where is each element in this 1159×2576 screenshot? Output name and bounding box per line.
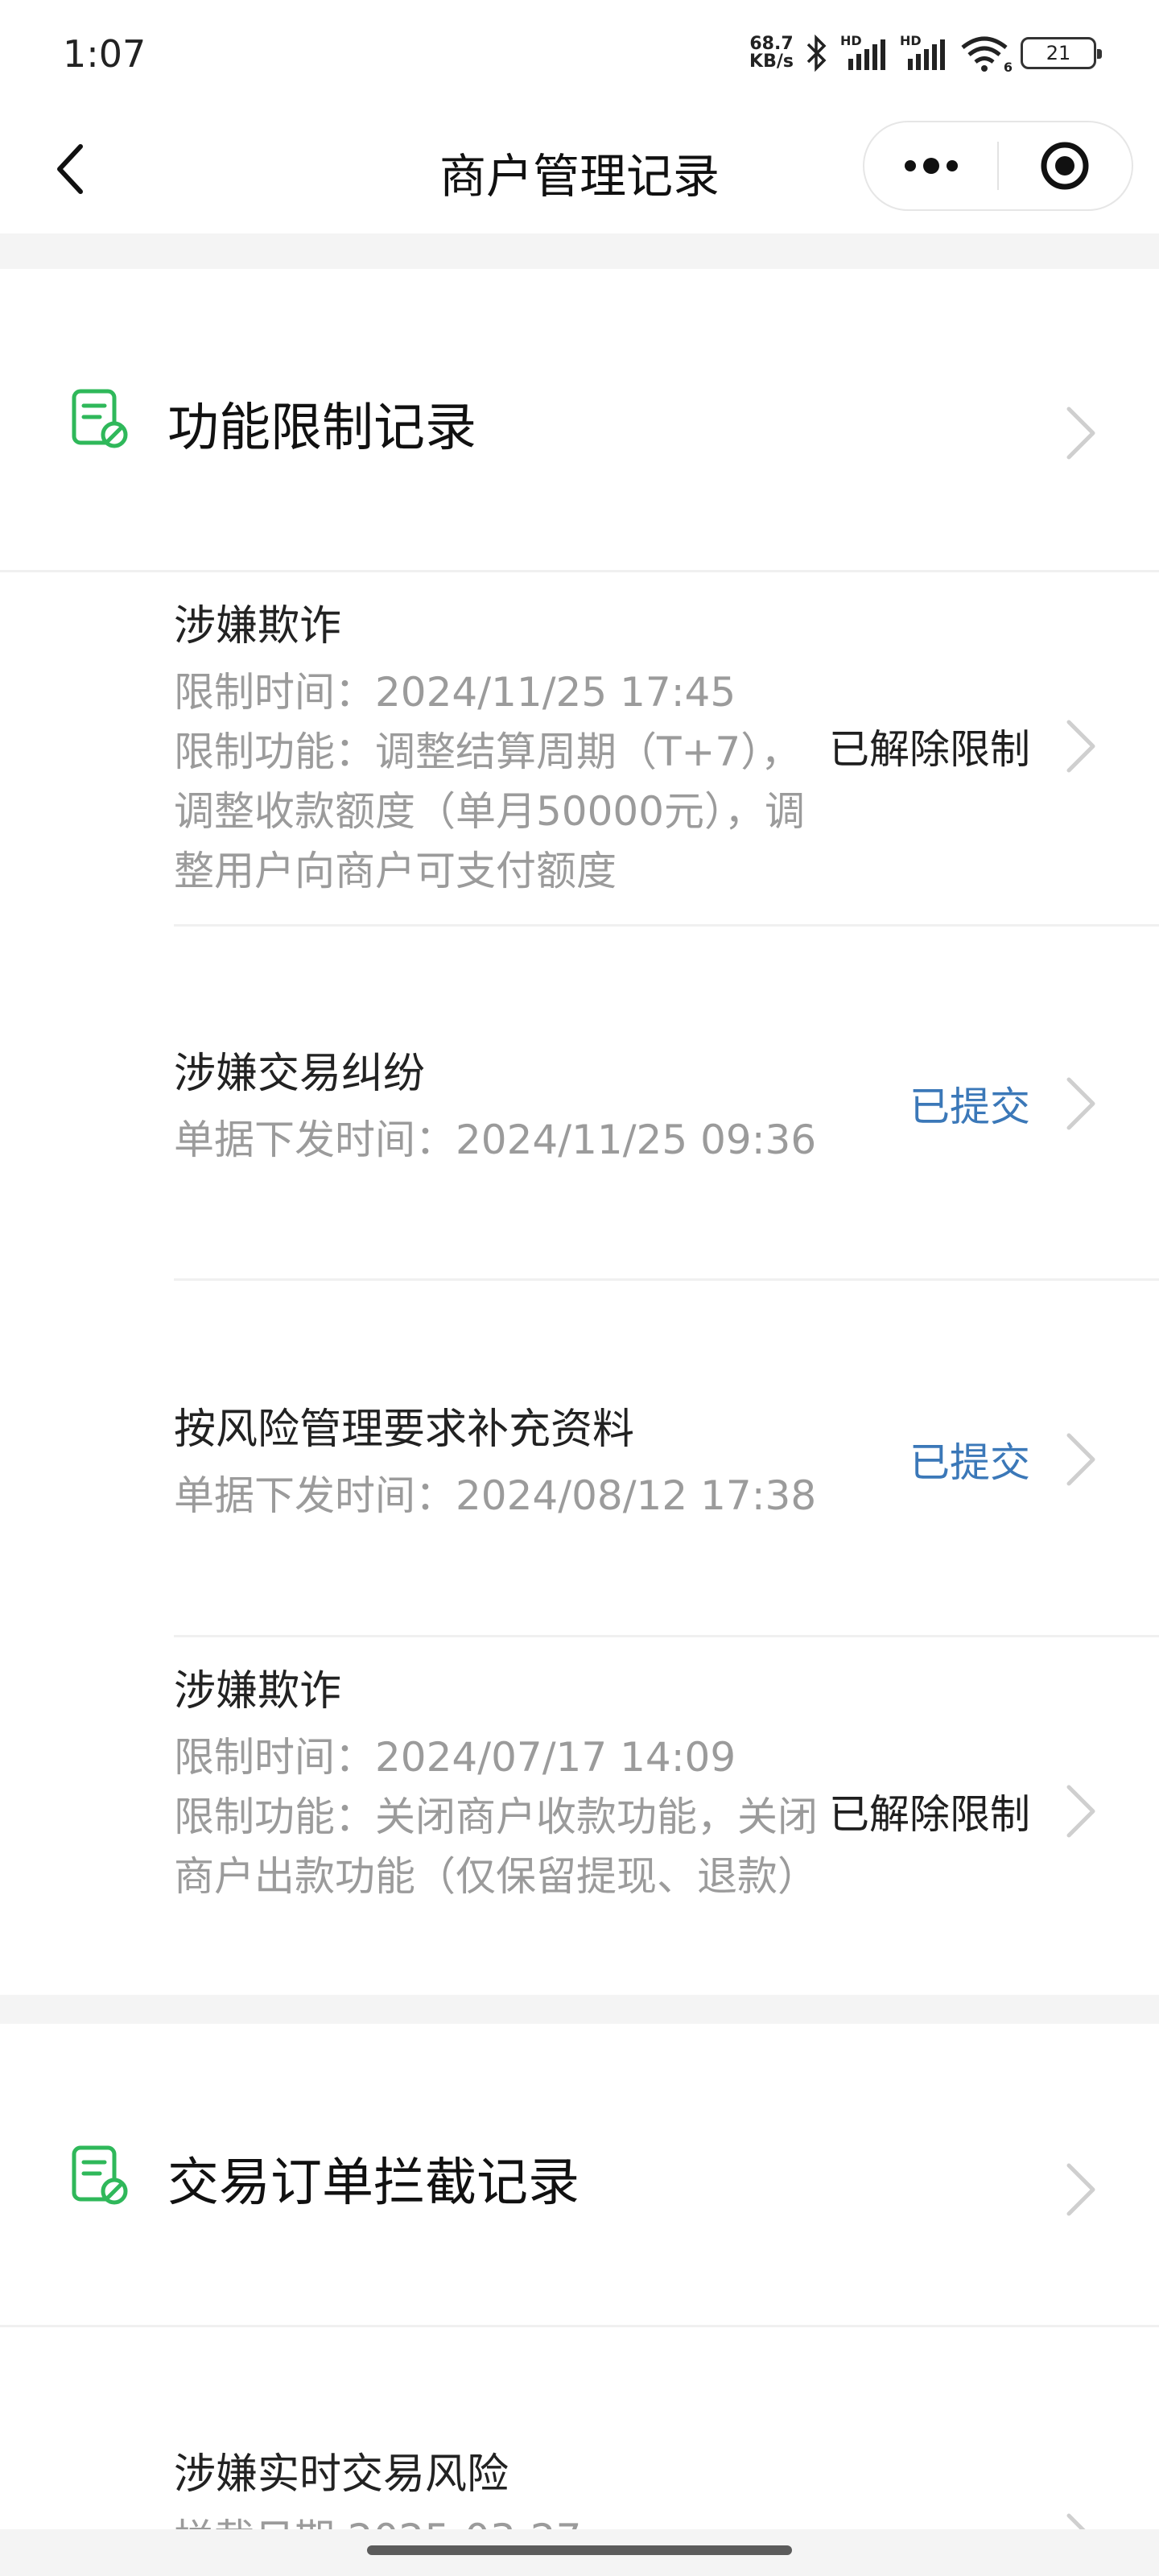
section-title: 交易订单拦截记录: [167, 2153, 580, 2213]
section-gap: [0, 233, 1159, 269]
status-label: 已解除限制: [829, 1791, 1030, 1838]
cell-signal-icon: [908, 39, 945, 70]
bluetooth-icon: [806, 34, 827, 72]
status-icons: 68.7 KB/s HD HD 6 21: [749, 31, 1102, 76]
status-label: 已解除限制: [829, 726, 1030, 773]
record-detail: 限制功能：调整结算周期（T+7），调整收款额度（单月50000元），调整用户向商…: [174, 729, 806, 894]
chevron-right-icon: [1066, 720, 1095, 773]
chevron-right-icon: [1066, 1433, 1095, 1486]
list-item[interactable]: 涉嫌实时交易风险 拦截日期 2025-03-27: [0, 2327, 1159, 2529]
list-item[interactable]: 涉嫌欺诈 限制时间：2024/07/17 14:09 限制功能：关闭商户收款功能…: [0, 1637, 1159, 1995]
home-indicator[interactable]: [367, 2545, 792, 2555]
status-label: 已提交: [909, 1439, 1030, 1486]
record-time: 拦截日期 2025-03-27: [174, 2509, 818, 2529]
document-check-icon: [72, 2145, 128, 2205]
function-limit-header[interactable]: 功能限制记录: [0, 269, 1159, 570]
record-time: 单据下发时间：2024/08/12 17:38: [174, 1472, 817, 1519]
status-label: 已提交: [909, 1084, 1030, 1130]
target-close-icon: [1041, 142, 1089, 190]
document-check-icon: [72, 389, 128, 448]
chevron-right-icon: [1066, 2513, 1086, 2529]
record-title: 涉嫌欺诈: [174, 1667, 342, 1715]
more-dots-icon: [904, 158, 958, 174]
record-time: 限制时间：2024/07/17 14:09: [174, 1734, 736, 1781]
close-button[interactable]: [999, 121, 1132, 211]
record-time: 单据下发时间：2024/11/25 09:36: [174, 1117, 817, 1163]
chevron-right-icon: [1066, 1785, 1095, 1838]
record-detail: 限制功能：关闭商户收款功能，关闭商户出款功能（仅保留提现、退款）: [174, 1794, 818, 1900]
battery-icon: 21: [1021, 37, 1102, 69]
chevron-right-icon: [1066, 2163, 1095, 2216]
cell-signal-icon: [848, 39, 885, 70]
order-intercept-header[interactable]: 交易订单拦截记录: [0, 2024, 1159, 2325]
record-title: 涉嫌欺诈: [174, 602, 342, 650]
wifi-icon: [961, 36, 1008, 72]
section-title: 功能限制记录: [167, 398, 476, 458]
record-title: 涉嫌交易纠纷: [174, 1050, 426, 1098]
list-item[interactable]: 涉嫌欺诈 限制时间：2024/11/25 17:45 限制功能：调整结算周期（T…: [0, 572, 1159, 927]
record-title: 涉嫌实时交易风险: [174, 2450, 509, 2499]
signal-1: HD: [840, 33, 889, 73]
chevron-right-icon: [1066, 407, 1095, 460]
nav-bar: 商户管理记录: [0, 105, 1159, 233]
record-time: 限制时间：2024/11/25 17:45: [174, 669, 736, 716]
list-item[interactable]: 按风险管理要求补充资料 单据下发时间：2024/08/12 17:38 已提交: [0, 1281, 1159, 1635]
status-time: 1:07: [63, 32, 146, 76]
network-speed: 68.7 KB/s: [749, 34, 794, 72]
signal-2: HD: [900, 33, 948, 73]
chevron-right-icon: [1066, 1077, 1095, 1130]
mini-program-capsule: [863, 121, 1133, 211]
list-item[interactable]: 涉嫌交易纠纷 单据下发时间：2024/11/25 09:36 已提交: [0, 927, 1159, 1278]
wifi: 6: [959, 33, 1013, 75]
more-button[interactable]: [864, 121, 997, 211]
status-bar: 1:07 68.7 KB/s HD HD 6 21: [0, 0, 1159, 105]
section-gap: [0, 1995, 1159, 2024]
record-title: 按风险管理要求补充资料: [174, 1406, 635, 1454]
